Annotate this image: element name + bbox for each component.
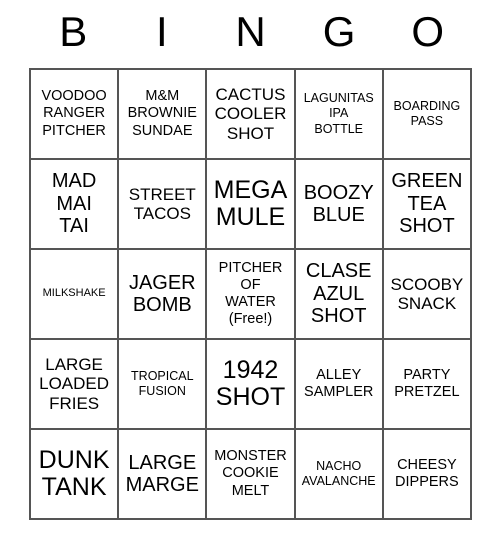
bingo-cell-label: ALLEY SAMPLER [304, 366, 374, 400]
bingo-cell-g2[interactable]: BOOZY BLUE [295, 160, 384, 250]
bingo-cell-free-space[interactable]: PITCHER OF WATER (Free!) [207, 250, 296, 340]
bingo-cell-label: BOOZY BLUE [303, 181, 374, 226]
bingo-cell-label: PITCHER OF WATER (Free!) [218, 259, 283, 328]
bingo-cell-label: MEGA MULE [213, 175, 288, 231]
bingo-cell-label: 1942 SHOT [215, 355, 286, 411]
bingo-cell-label: LARGE MARGE [125, 451, 199, 496]
bingo-card: B I N G O VOODOO RANGER PITCHER M&M BROW… [29, 0, 472, 520]
bingo-cell-b2[interactable]: MAD MAI TAI [31, 160, 120, 250]
bingo-cell-label: VOODOO RANGER PITCHER [41, 88, 107, 139]
bingo-cell-o5[interactable]: CHEESY DIPPERS [383, 430, 472, 520]
bingo-cell-label: PARTY PRETZEL [394, 366, 460, 400]
bingo-cell-g3[interactable]: CLASE AZUL SHOT [295, 250, 384, 340]
bingo-cell-n4[interactable]: 1942 SHOT [207, 340, 296, 430]
bingo-cell-label: STREET TACOS [128, 184, 196, 223]
bingo-cell-label: MILKSHAKE [42, 287, 106, 300]
bingo-header: B I N G O [29, 0, 472, 68]
bingo-cell-label: LARGE LOADED FRIES [39, 354, 110, 413]
bingo-cell-label: MONSTER COOKIE MELT [214, 448, 287, 499]
bingo-cell-o1[interactable]: BOARDING PASS [383, 70, 472, 160]
bingo-cell-label: JAGER BOMB [128, 271, 196, 316]
bingo-cell-label: BOARDING PASS [393, 98, 461, 128]
bingo-cell-i3[interactable]: JAGER BOMB [119, 250, 208, 340]
bingo-cell-label: LAGUNITAS IPA BOTTLE [303, 91, 374, 136]
bingo-cell-n1[interactable]: CACTUS COOLER SHOT [207, 70, 296, 160]
bingo-cell-b5[interactable]: DUNK TANK [31, 430, 120, 520]
bingo-cell-label: M&M BROWNIE SUNDAE [127, 88, 197, 139]
bingo-cell-label: SCOOBY SNACK [390, 274, 464, 313]
bingo-cell-label: CHEESY DIPPERS [395, 456, 459, 490]
bingo-cell-n2[interactable]: MEGA MULE [207, 160, 296, 250]
bingo-grid: VOODOO RANGER PITCHER M&M BROWNIE SUNDAE… [29, 68, 472, 520]
bingo-cell-g4[interactable]: ALLEY SAMPLER [295, 340, 384, 430]
bingo-cell-label: CACTUS COOLER SHOT [214, 84, 287, 143]
bingo-cell-label: DUNK TANK [38, 445, 110, 501]
bingo-cell-label: NACHO AVALANCHE [301, 458, 376, 488]
bingo-cell-g5[interactable]: NACHO AVALANCHE [295, 430, 384, 520]
bingo-cell-i1[interactable]: M&M BROWNIE SUNDAE [119, 70, 208, 160]
bingo-header-letter-o: O [411, 8, 445, 55]
bingo-cell-b1[interactable]: VOODOO RANGER PITCHER [31, 70, 120, 160]
bingo-cell-i4[interactable]: TROPICAL FUSION [119, 340, 208, 430]
bingo-cell-label: MAD MAI TAI [51, 170, 97, 238]
bingo-cell-o2[interactable]: GREEN TEA SHOT [383, 160, 472, 250]
bingo-header-letter-i: I [156, 8, 168, 55]
bingo-cell-n5[interactable]: MONSTER COOKIE MELT [207, 430, 296, 520]
bingo-cell-label: GREEN TEA SHOT [391, 170, 463, 238]
bingo-header-letter-n: N [235, 8, 266, 55]
bingo-cell-g1[interactable]: LAGUNITAS IPA BOTTLE [295, 70, 384, 160]
bingo-cell-b3[interactable]: MILKSHAKE [31, 250, 120, 340]
bingo-cell-o4[interactable]: PARTY PRETZEL [383, 340, 472, 430]
bingo-cell-o3[interactable]: SCOOBY SNACK [383, 250, 472, 340]
bingo-header-letter-g: G [322, 8, 356, 55]
bingo-cell-i5[interactable]: LARGE MARGE [119, 430, 208, 520]
bingo-cell-b4[interactable]: LARGE LOADED FRIES [31, 340, 120, 430]
bingo-cell-i2[interactable]: STREET TACOS [119, 160, 208, 250]
bingo-cell-label: CLASE AZUL SHOT [305, 260, 372, 328]
bingo-header-letter-b: B [59, 8, 88, 55]
bingo-cell-label: TROPICAL FUSION [131, 368, 194, 398]
